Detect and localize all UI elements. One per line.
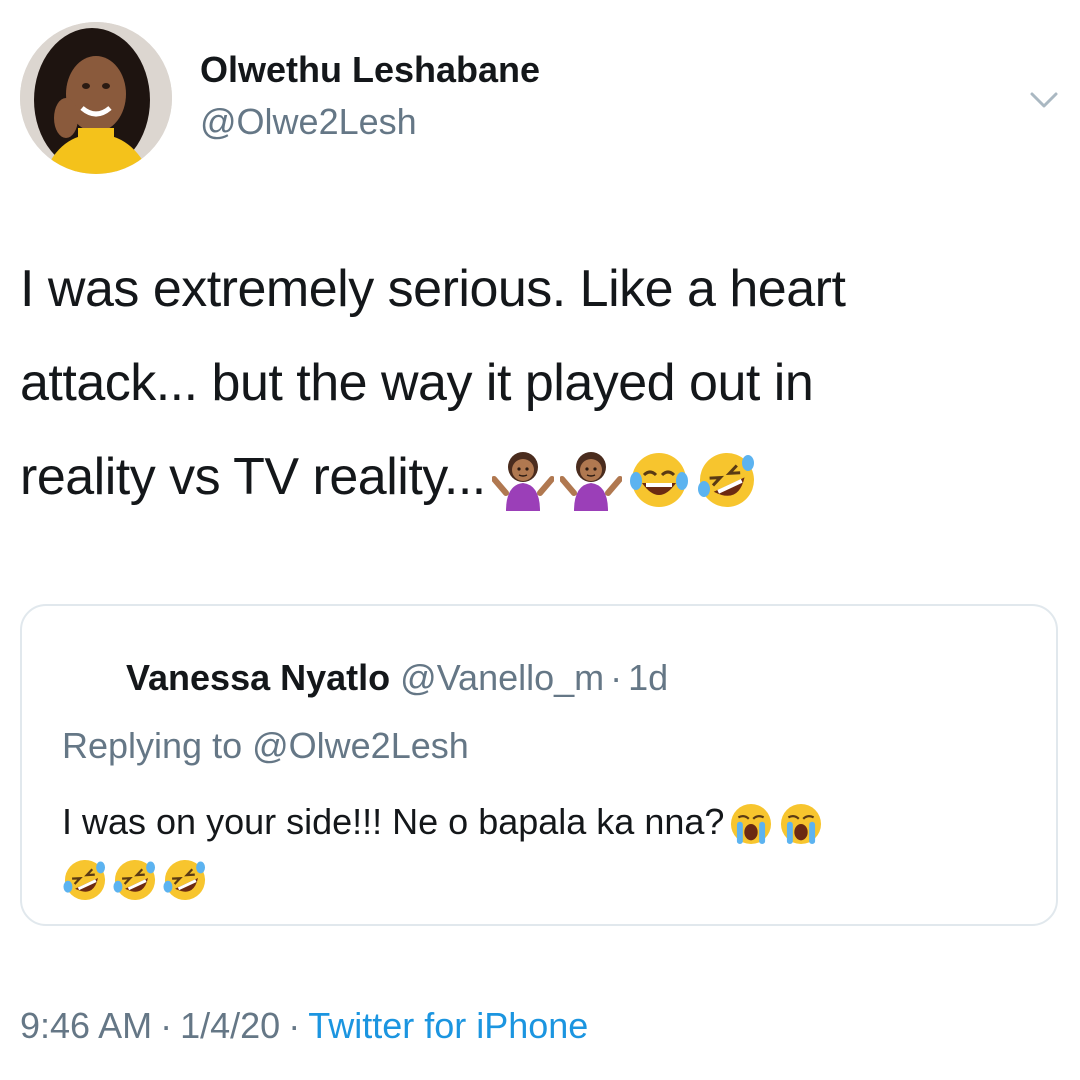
loudly-crying-emoji — [778, 801, 824, 847]
meta-separator: · — [160, 1005, 173, 1046]
tweet-line-2: attack... but the way it played out in — [20, 354, 814, 412]
tears-of-joy-emoji — [628, 449, 690, 511]
rolling-laughing-emoji — [696, 449, 758, 511]
quoted-replying-to: Replying to @Olwe2Lesh — [62, 725, 469, 766]
quoted-author-name: Vanessa Nyatlo — [126, 657, 391, 698]
tweet-meta: 9:46 AM · 1/4/20 · Twitter for iPhone — [20, 1002, 588, 1050]
shrug-woman-emoji — [559, 449, 622, 512]
author-name[interactable]: Olwethu Leshabane — [200, 48, 540, 92]
loudly-crying-emoji — [728, 801, 774, 847]
tweet-date[interactable]: 1/4/20 — [180, 1005, 280, 1046]
quoted-header: Vanessa Nyatlo @Vanello_m · 1d — [126, 656, 668, 700]
meta-separator: · — [288, 1005, 301, 1046]
tweet-source-link[interactable]: Twitter for iPhone — [308, 1005, 588, 1046]
rolling-laughing-emoji — [62, 857, 108, 903]
tweet-line-3: reality vs TV reality... — [20, 430, 1050, 524]
tweet-line-1: I was extremely serious. Like a heart — [20, 260, 846, 318]
quoted-separator: · — [610, 657, 623, 698]
quoted-author-handle: @Vanello_m — [400, 657, 605, 698]
quoted-text: I was on your side!!! Ne o bapala ka nna… — [62, 794, 1042, 906]
rolling-laughing-emoji — [162, 857, 208, 903]
chevron-down-icon[interactable] — [1024, 80, 1064, 120]
rolling-laughing-emoji — [112, 857, 158, 903]
quoted-timestamp: 1d — [628, 657, 669, 698]
quoted-line-1: I was on your side!!! Ne o bapala ka nna… — [62, 794, 1042, 850]
quoted-tweet-card[interactable]: Vanessa Nyatlo @Vanello_m · 1d Replying to … — [20, 604, 1058, 926]
quoted-line-2 — [62, 850, 1042, 906]
author-avatar[interactable] — [20, 22, 172, 174]
shrug-woman-emoji — [491, 449, 554, 512]
avatar-photo — [20, 22, 172, 174]
tweet-text: I was extremely serious. Like a heart at… — [20, 242, 1050, 524]
tweet-time: 9:46 AM — [20, 1005, 153, 1046]
tweet-line-3-text: reality vs TV reality... — [20, 448, 486, 506]
author-handle[interactable]: @Olwe2Lesh — [200, 100, 417, 144]
quoted-line-1-text: I was on your side!!! Ne o bapala ka nna… — [62, 801, 725, 842]
